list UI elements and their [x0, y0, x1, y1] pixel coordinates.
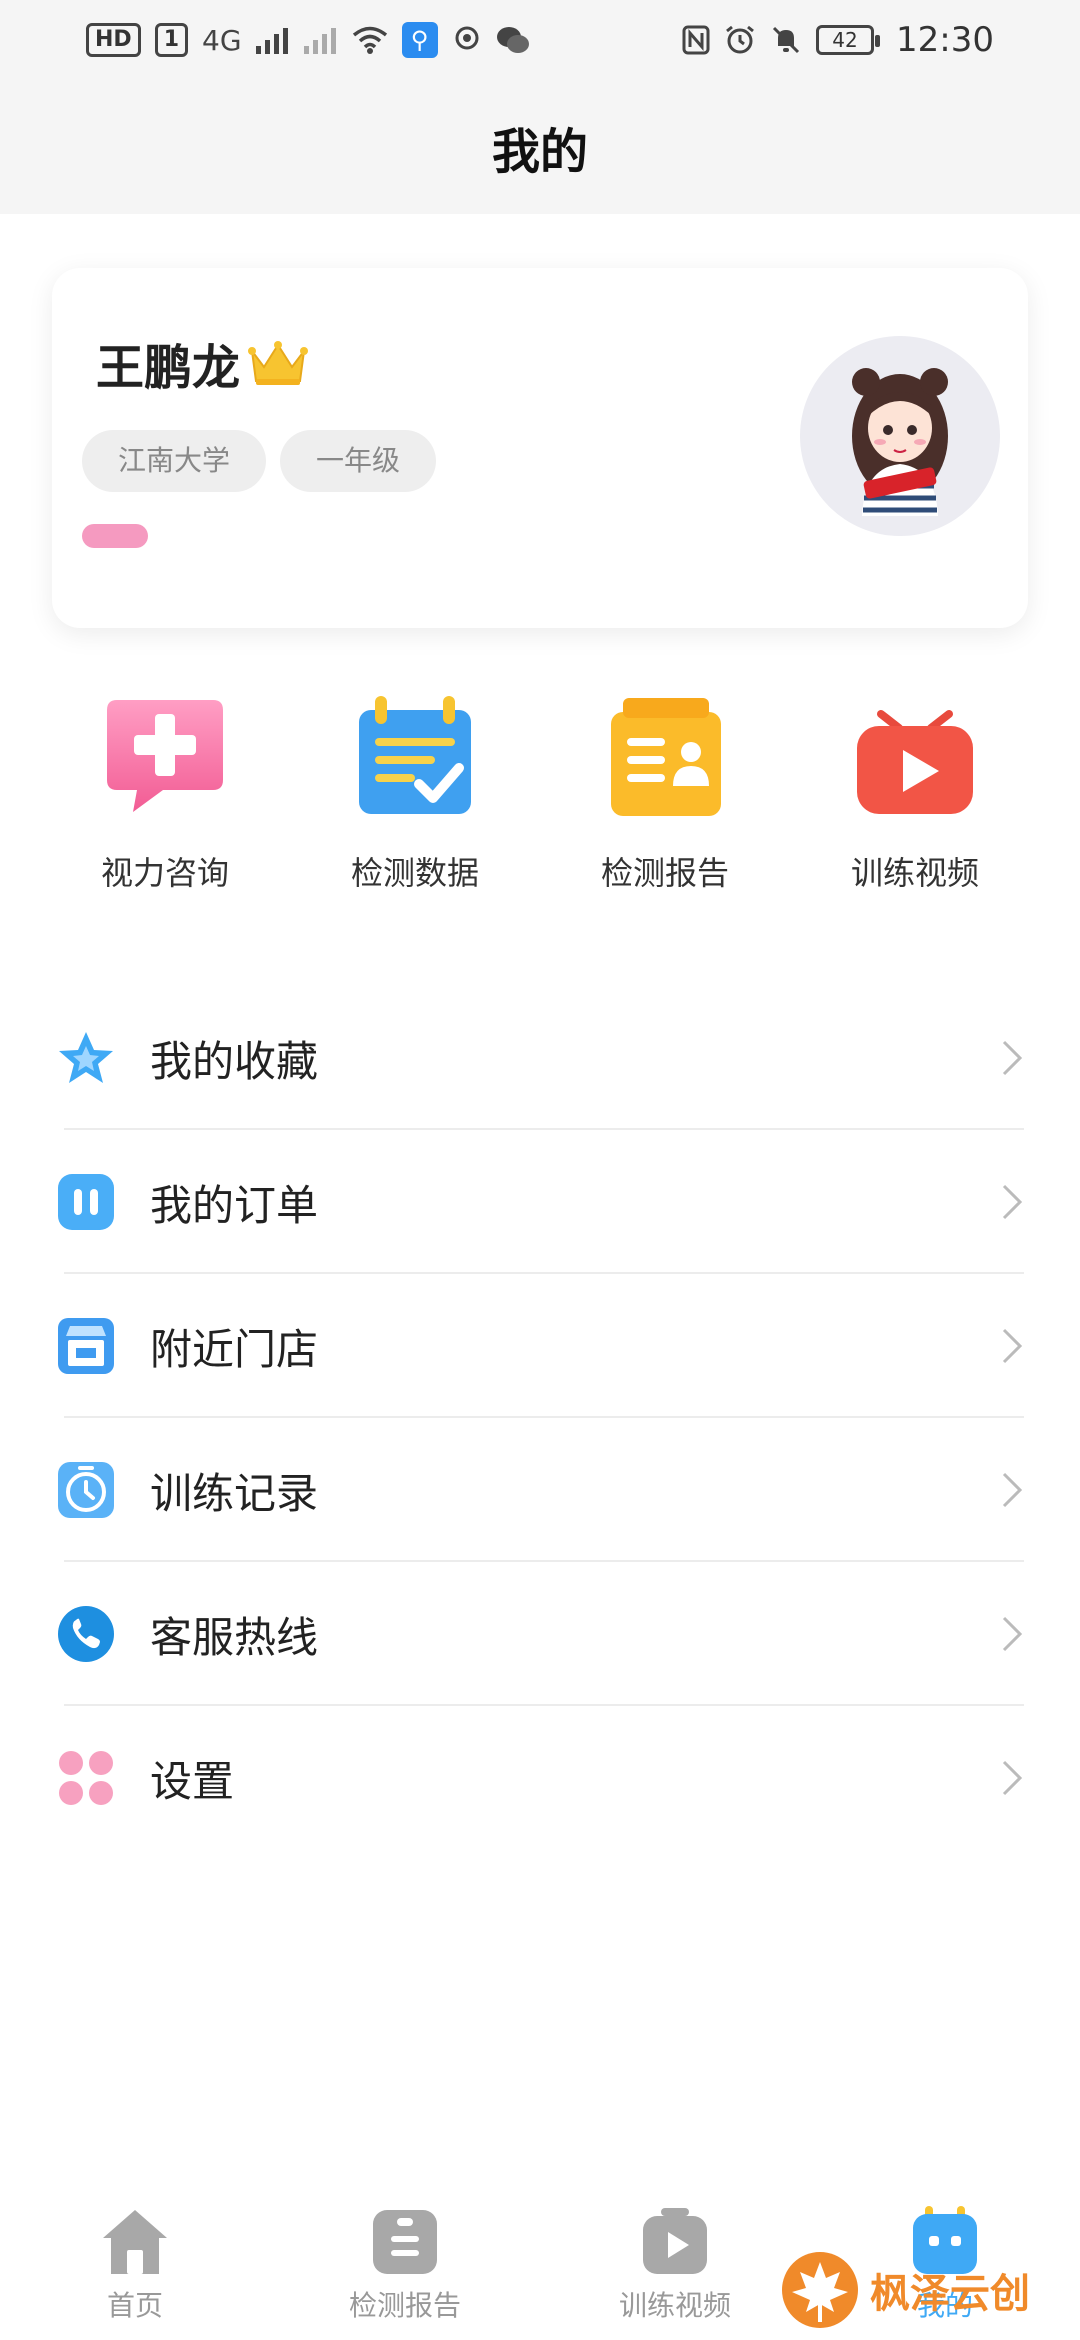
avatar[interactable] [800, 336, 1000, 536]
menu-item-favorites[interactable]: 我的收藏 [0, 986, 1080, 1130]
phone-icon [58, 1606, 114, 1662]
menu-item-label: 我的收藏 [150, 1036, 319, 1086]
sim-badge: 1 [154, 23, 188, 57]
profile-tags: 江南大学 一年级 [82, 430, 437, 492]
menu-item-nearby-stores[interactable]: 附近门店 [0, 1274, 1080, 1418]
signal-icon [255, 28, 288, 54]
order-icon [58, 1174, 114, 1230]
menu-item-label: 我的订单 [150, 1180, 319, 1230]
nav-home[interactable]: 首页 [0, 2200, 270, 2340]
crown-icon [248, 341, 309, 385]
quick-action-consult[interactable]: 视力咨询 [55, 694, 275, 914]
signal-2-icon [303, 28, 336, 54]
network-4g-label: 4G [202, 23, 242, 57]
nav-label: 训练视频 [618, 2289, 731, 2322]
profile-card[interactable]: 王鹏龙 江南大学 一年级 [52, 268, 1028, 628]
wechat-icon [496, 27, 529, 53]
grade-tag: 一年级 [280, 430, 437, 492]
menu-item-orders[interactable]: 我的订单 [0, 1130, 1080, 1274]
quick-action-label: 检测数据 [350, 854, 479, 892]
quick-action-label: 检测报告 [600, 854, 729, 892]
nav-report[interactable]: 检测报告 [270, 2200, 540, 2340]
watermark-text: 枫泽云创 [870, 2271, 1030, 2317]
star-icon [59, 1032, 113, 1083]
quick-action-label: 训练视频 [850, 854, 979, 892]
store-icon [58, 1318, 114, 1374]
quick-action-data[interactable]: 检测数据 [305, 694, 525, 914]
user-name: 王鹏龙 [96, 340, 241, 396]
user-name-row: 王鹏龙 [96, 328, 310, 398]
battery-level: 42 [832, 28, 858, 52]
quick-action-video[interactable]: 训练视频 [805, 694, 1025, 914]
consult-icon [107, 700, 223, 812]
menu-item-label: 附近门店 [150, 1324, 319, 1374]
menu-list: 我的收藏 我的订单 附近门店 训练记录 客服热线 设置 [0, 986, 1080, 1850]
quick-action-report[interactable]: 检测报告 [555, 694, 775, 914]
data-icon [359, 696, 471, 814]
battery-indicator: 42 [816, 25, 881, 55]
menu-item-label: 设置 [150, 1756, 235, 1806]
video-icon [857, 710, 973, 814]
quick-action-label: 视力咨询 [100, 854, 229, 892]
menu-item-hotline[interactable]: 客服热线 [0, 1562, 1080, 1706]
chevron-right-icon [1002, 1472, 1023, 1508]
menu-item-settings[interactable]: 设置 [0, 1706, 1080, 1850]
home-icon [103, 2210, 167, 2274]
page-title: 我的 [491, 124, 588, 180]
report-icon [611, 698, 721, 816]
quick-actions: 视力咨询 检测数据 检测报告 训练视频 [0, 694, 1080, 914]
nav-label: 检测报告 [348, 2289, 461, 2322]
avatar-girl-illustration [852, 368, 948, 516]
chevron-right-icon [1002, 1616, 1023, 1652]
clock: 12:30 [896, 20, 994, 60]
chevron-right-icon [1002, 1328, 1023, 1364]
alarm-icon [726, 25, 754, 54]
school-tag: 江南大学 [82, 430, 267, 492]
settings-icon [59, 1751, 113, 1805]
chevron-right-icon [1002, 1184, 1023, 1220]
maple-leaf-logo-icon [782, 2252, 858, 2328]
status-right: 42 12:30 [682, 20, 994, 60]
nfc-icon [682, 25, 710, 55]
mute-icon [772, 26, 800, 54]
page-header: 我的 [0, 80, 1080, 214]
location-icon [455, 26, 479, 50]
menu-item-label: 训练记录 [150, 1468, 319, 1518]
watermark: 枫泽云创 [780, 2250, 1030, 2330]
hd-badge: HD [86, 23, 141, 57]
video-nav-icon [643, 2208, 707, 2274]
report-nav-icon [373, 2210, 437, 2274]
wifi-icon [352, 26, 387, 54]
nav-label: 首页 [106, 2289, 163, 2322]
search-app-icon: ⚲ [401, 22, 438, 58]
menu-item-label: 客服热线 [150, 1612, 319, 1662]
nav-video[interactable]: 训练视频 [540, 2200, 810, 2340]
status-left: HD 1 4G ⚲ [86, 22, 530, 58]
chevron-right-icon [1002, 1760, 1023, 1796]
member-badge [82, 524, 148, 548]
menu-item-training-records[interactable]: 训练记录 [0, 1418, 1080, 1562]
clock-icon [58, 1462, 114, 1518]
status-bar: HD 1 4G ⚲ 42 12:30 [0, 0, 1080, 80]
chevron-right-icon [1002, 1040, 1023, 1076]
